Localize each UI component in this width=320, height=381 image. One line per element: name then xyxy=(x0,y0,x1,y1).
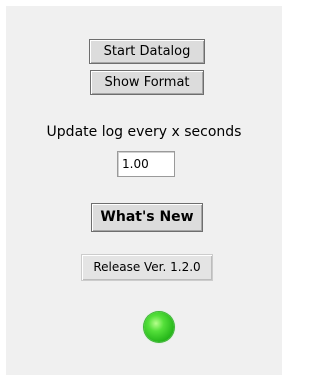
release-version-indicator: Release Ver. 1.2.0 xyxy=(81,254,213,281)
whats-new-button[interactable]: What's New xyxy=(91,203,203,232)
update-interval-label: Update log every x seconds xyxy=(46,124,242,140)
status-led-icon xyxy=(144,312,174,342)
update-interval-input[interactable]: 1.00 xyxy=(117,151,175,177)
show-format-button[interactable]: Show Format xyxy=(90,70,204,95)
start-datalog-button[interactable]: Start Datalog xyxy=(89,39,205,64)
control-panel: Start Datalog Show Format Update log eve… xyxy=(6,6,282,375)
